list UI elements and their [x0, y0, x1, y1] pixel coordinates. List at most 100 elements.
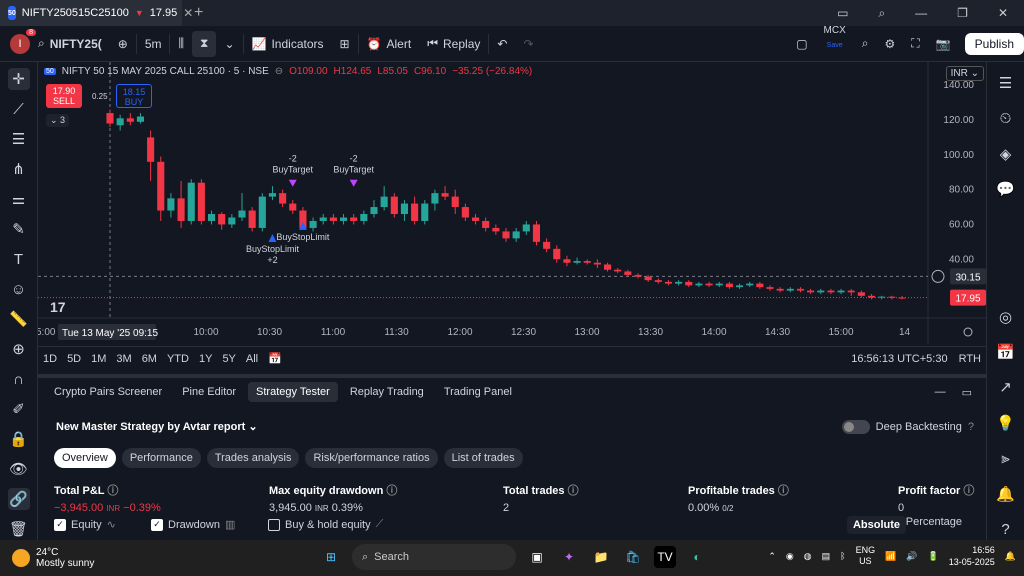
buy-hold-checkbox[interactable]: Buy & hold equity ⟋	[268, 518, 383, 531]
alert-button[interactable]: ⏰ Alert	[359, 26, 420, 62]
chart-clock[interactable]: 16:56:13 UTC+5:30	[851, 353, 953, 365]
redo-button[interactable]: ↷	[515, 26, 541, 62]
session-rth[interactable]: RTH	[954, 353, 986, 365]
deep-backtesting-toggle[interactable]	[841, 420, 870, 434]
tradingview-app-icon[interactable]: TV	[654, 546, 676, 568]
candle-style-button[interactable]: ⧗	[192, 30, 217, 57]
interval-button[interactable]: 5m	[137, 26, 170, 62]
currency-select[interactable]: INR ⌄	[945, 66, 984, 81]
maximize-panel-icon[interactable]: ▭	[962, 386, 972, 399]
range-5y[interactable]: 5Y	[217, 353, 240, 365]
close-tab-icon[interactable]: ✕	[183, 6, 193, 20]
bar-style-button[interactable]: ⫼	[170, 26, 192, 62]
compare-button[interactable]: ⊕	[110, 26, 136, 62]
edge-icon[interactable]: ◐	[686, 546, 708, 568]
tab-strategy-tester[interactable]: Strategy Tester	[248, 382, 338, 402]
browser-tab[interactable]: 50 NIFTY250515C25100 ▼ 17.95 ✕	[0, 0, 193, 26]
link-icon[interactable]: 🔗	[7, 488, 30, 510]
range-6m[interactable]: 6M	[137, 353, 162, 365]
windows-start-icon[interactable]: ⊞	[320, 546, 342, 568]
undo-button[interactable]: ↶	[489, 26, 515, 62]
chart-canvas[interactable]: 140.00 120.00 100.00 80.00 60.00 40.00 10:00 10…	[38, 62, 986, 344]
fullscreen-button[interactable]: ⛶	[903, 26, 927, 62]
brush-icon[interactable]: ✎	[8, 218, 30, 240]
tab-replay-trading[interactable]: Replay Trading	[342, 382, 432, 402]
publish-button[interactable]: Publish	[964, 32, 1024, 55]
templates-button[interactable]: ⊞	[332, 26, 358, 62]
ruler-icon[interactable]: 📏	[8, 308, 30, 330]
close-window-icon[interactable]: ✕	[998, 6, 1008, 21]
layout-save-button[interactable]: MCX Save	[816, 25, 854, 62]
indicators-button[interactable]: 📈 Indicators	[244, 26, 332, 62]
sell-button[interactable]: 17.90 SELL	[46, 84, 82, 108]
info-icon[interactable]: ⓘ	[107, 485, 118, 497]
help-icon[interactable]: ?	[968, 421, 974, 433]
quantity-stepper[interactable]: ⌄ 3	[46, 114, 70, 127]
tray-app3-icon[interactable]: ▤	[822, 551, 831, 562]
layers-icon[interactable]: ◈	[995, 143, 1017, 164]
subtab-trades-analysis[interactable]: Trades analysis	[206, 448, 300, 468]
file-explorer-icon[interactable]: 📁	[590, 546, 612, 568]
new-tab-icon[interactable]: +	[194, 4, 203, 22]
layout-button[interactable]: ▢	[788, 26, 815, 62]
bluetooth-icon[interactable]: ᛒ	[840, 551, 845, 561]
battery-icon[interactable]: 🔋	[928, 551, 939, 562]
fib-icon[interactable]: ⚌	[8, 188, 30, 210]
signal-icon[interactable]: ⫸	[995, 448, 1017, 469]
pitchfork-icon[interactable]: ⋔	[8, 158, 30, 180]
absolute-button[interactable]: Absolute	[846, 516, 906, 534]
chart-pane[interactable]: 140.00 120.00 100.00 80.00 60.00 40.00 10:00 10…	[38, 62, 986, 344]
bulb-icon[interactable]: 💡	[995, 412, 1017, 433]
target-icon[interactable]: ◎	[995, 306, 1017, 327]
text-icon[interactable]: T	[8, 248, 30, 270]
calendar-icon[interactable]: 📅	[995, 341, 1017, 362]
wifi-icon[interactable]: 📶	[885, 551, 896, 562]
search-icon[interactable]: ⌕	[878, 6, 885, 21]
eye-icon[interactable]: 👁	[8, 458, 30, 480]
range-1y[interactable]: 1Y	[194, 353, 217, 365]
chat-icon[interactable]: 💬	[995, 178, 1017, 199]
settings-button[interactable]: ⚙	[877, 26, 904, 62]
maximize-icon[interactable]: ❐	[957, 6, 968, 21]
range-1d[interactable]: 1D	[38, 353, 62, 365]
symbol-search[interactable]: ⌕ NIFTY25(	[30, 26, 110, 62]
bell-icon[interactable]: 🔔	[995, 483, 1017, 504]
crosshair-icon[interactable]: ✛	[7, 68, 30, 90]
subtab-list-of-trades[interactable]: List of trades	[443, 448, 523, 468]
store-icon[interactable]: 🛍	[622, 546, 644, 568]
info-icon[interactable]: ⓘ	[386, 485, 397, 497]
taskbar-search[interactable]: ⌕ Search	[352, 544, 516, 570]
info-icon[interactable]: ⓘ	[963, 485, 974, 497]
ideas-icon[interactable]: ↗	[995, 377, 1017, 398]
copilot-icon[interactable]: ✦	[558, 546, 580, 568]
range-3m[interactable]: 3M	[111, 353, 136, 365]
weather-widget[interactable]: 24°C Mostly sunny	[0, 547, 94, 569]
watchlist-icon[interactable]: ☰	[995, 72, 1017, 93]
help-icon[interactable]: ?	[995, 519, 1017, 540]
alerts-clock-icon[interactable]: ⏲	[995, 107, 1017, 128]
pencil-lock-icon[interactable]: ✐	[8, 398, 30, 420]
equity-checkbox[interactable]: ✓ Equity ∿	[54, 518, 116, 531]
minimize-icon[interactable]: —	[915, 6, 927, 21]
info-icon[interactable]: ⓘ	[778, 485, 789, 497]
tab-crypto-pairs-screener[interactable]: Crypto Pairs Screener	[46, 382, 170, 402]
range-all[interactable]: All	[241, 353, 263, 365]
layout-icon[interactable]: ▭	[837, 6, 848, 21]
drawdown-checkbox[interactable]: ✓ Drawdown ▥	[151, 518, 235, 531]
collapse-panel-icon[interactable]: —	[935, 386, 946, 399]
info-icon[interactable]: ⓘ	[568, 485, 579, 497]
percentage-button[interactable]: Percentage	[906, 516, 962, 528]
subtab-risk-ratios[interactable]: Risk/performance ratios	[305, 448, 438, 468]
zoom-in-icon[interactable]: ⊕	[8, 338, 30, 360]
tab-trading-panel[interactable]: Trading Panel	[436, 382, 520, 402]
task-view-icon[interactable]: ▣	[526, 546, 548, 568]
subtab-performance[interactable]: Performance	[121, 448, 201, 468]
range-5d[interactable]: 5D	[62, 353, 86, 365]
lock-icon[interactable]: 🔒	[8, 428, 30, 450]
system-clock[interactable]: 16:56 13-05-2025	[949, 544, 995, 568]
subtab-overview[interactable]: Overview	[54, 448, 116, 468]
legend-toggle-icon[interactable]: ⊖	[275, 66, 283, 77]
chart-type-dropdown[interactable]: ⌄	[216, 26, 242, 62]
avatar[interactable]: I 8	[10, 28, 36, 54]
tray-chevron-icon[interactable]: ⌃	[768, 551, 776, 562]
